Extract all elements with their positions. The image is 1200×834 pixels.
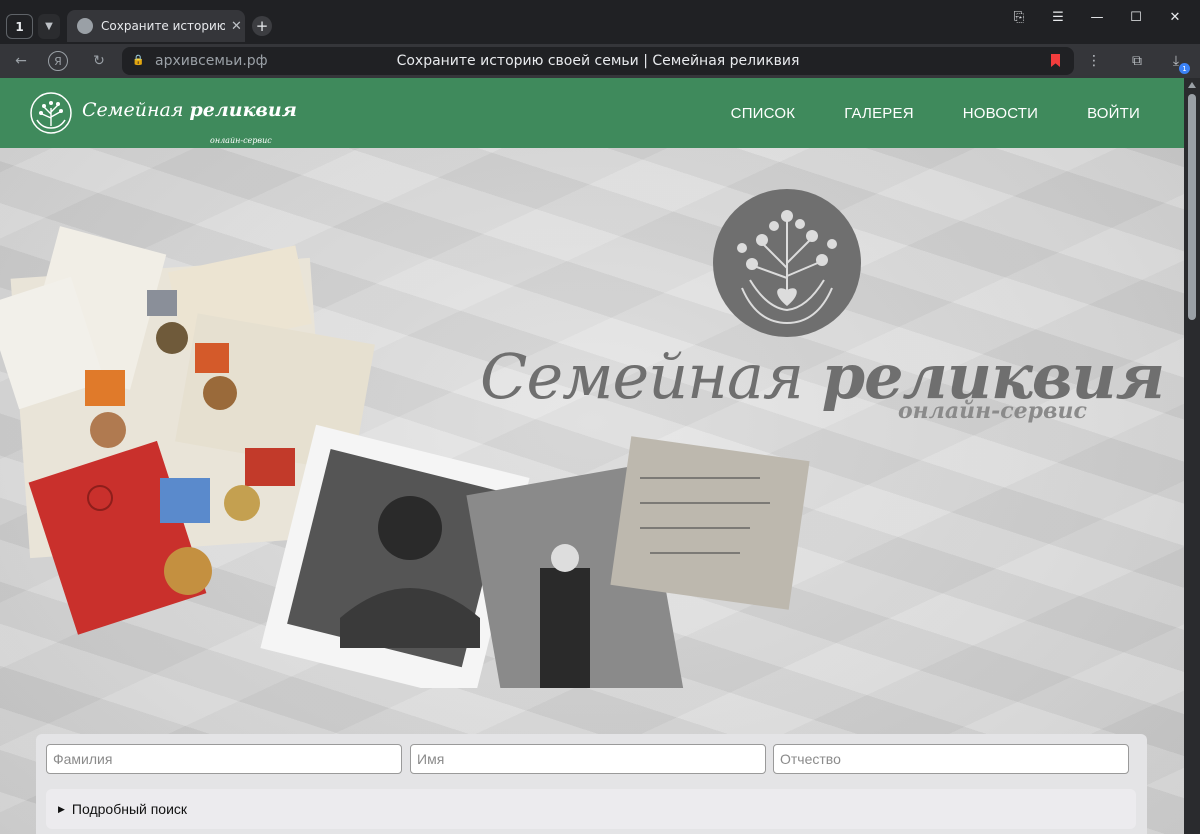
tab-counter[interactable]: 1 <box>6 14 33 39</box>
yandex-icon[interactable]: Я <box>48 51 68 71</box>
triangle-right-icon: ▶ <box>58 803 65 814</box>
favicon-icon <box>77 18 93 34</box>
nav-news[interactable]: НОВОСТИ <box>963 105 1038 122</box>
tree-hands-logo-icon <box>30 92 72 134</box>
scroll-thumb[interactable] <box>1188 94 1196 320</box>
close-icon[interactable]: ✕ <box>231 19 242 34</box>
nav-list[interactable]: СПИСОК <box>731 105 796 122</box>
new-tab-button[interactable]: + <box>252 16 272 36</box>
logo-subtitle: онлайн-сервис <box>210 136 272 145</box>
site-logo[interactable]: Семейная реликвия онлайн-сервис <box>30 92 297 145</box>
address-bar: ← Я ↻ 🔒 архивсемьи.рф Сохраните историю … <box>0 44 1200 78</box>
logo-text: Семейная реликвия <box>82 99 297 121</box>
surname-input[interactable] <box>46 744 402 774</box>
site-header: Семейная реликвия онлайн-сервис СПИСОК Г… <box>0 78 1184 148</box>
download-badge: 1 <box>1179 63 1190 74</box>
page-viewport: Семейная реликвия онлайн-сервис СПИСОК Г… <box>0 78 1184 834</box>
omnibox[interactable]: 🔒 архивсемьи.рф Сохраните историю своей … <box>122 47 1074 75</box>
extensions-icon[interactable]: ⧉ <box>1125 50 1149 72</box>
browser-tab-bar: 1 ▼ Сохраните историю св ✕ + ⎘ ☰ — ☐ ✕ <box>0 0 1200 44</box>
nav-login[interactable]: ВОЙТИ <box>1087 105 1140 122</box>
archive-photo-collage <box>0 226 810 688</box>
browser-tab-active[interactable]: Сохраните историю св ✕ <box>67 10 245 42</box>
tab-title: Сохраните историю св <box>101 19 225 33</box>
more-vertical-icon[interactable]: ⋮ <box>1082 50 1106 72</box>
bookmarks-panel-icon[interactable]: ⎘ <box>1000 6 1038 28</box>
scroll-up-icon[interactable] <box>1188 82 1196 88</box>
nav-gallery[interactable]: ГАЛЕРЕЯ <box>844 105 914 122</box>
name-input[interactable] <box>410 744 766 774</box>
page-scrollbar[interactable] <box>1184 78 1200 834</box>
chevron-down-icon[interactable]: ▼ <box>38 14 60 39</box>
back-arrow-icon[interactable]: ← <box>9 50 33 72</box>
window-close-button[interactable]: ✕ <box>1156 6 1194 28</box>
main-nav: СПИСОК ГАЛЕРЕЯ НОВОСТИ ВОЙТИ <box>682 78 1140 148</box>
omnibox-page-title: Сохраните историю своей семьи | Семейная… <box>396 53 800 69</box>
search-panel: ▶ Подробный поиск <box>36 734 1147 834</box>
tree-hands-emblem-icon <box>713 189 861 337</box>
menu-icon[interactable]: ☰ <box>1039 6 1077 28</box>
handwritten-card <box>610 436 810 610</box>
minimize-button[interactable]: — <box>1078 6 1116 28</box>
patronymic-input[interactable] <box>773 744 1129 774</box>
reload-icon[interactable]: ↻ <box>87 50 111 72</box>
advanced-search-label: Подробный поиск <box>71 801 188 817</box>
hero-brand-subtitle: онлайн-сервис <box>898 398 1087 424</box>
advanced-search-toggle[interactable]: ▶ Подробный поиск <box>46 789 1136 829</box>
maximize-button[interactable]: ☐ <box>1117 6 1155 28</box>
download-icon[interactable]: ⤓ 1 <box>1164 50 1190 74</box>
